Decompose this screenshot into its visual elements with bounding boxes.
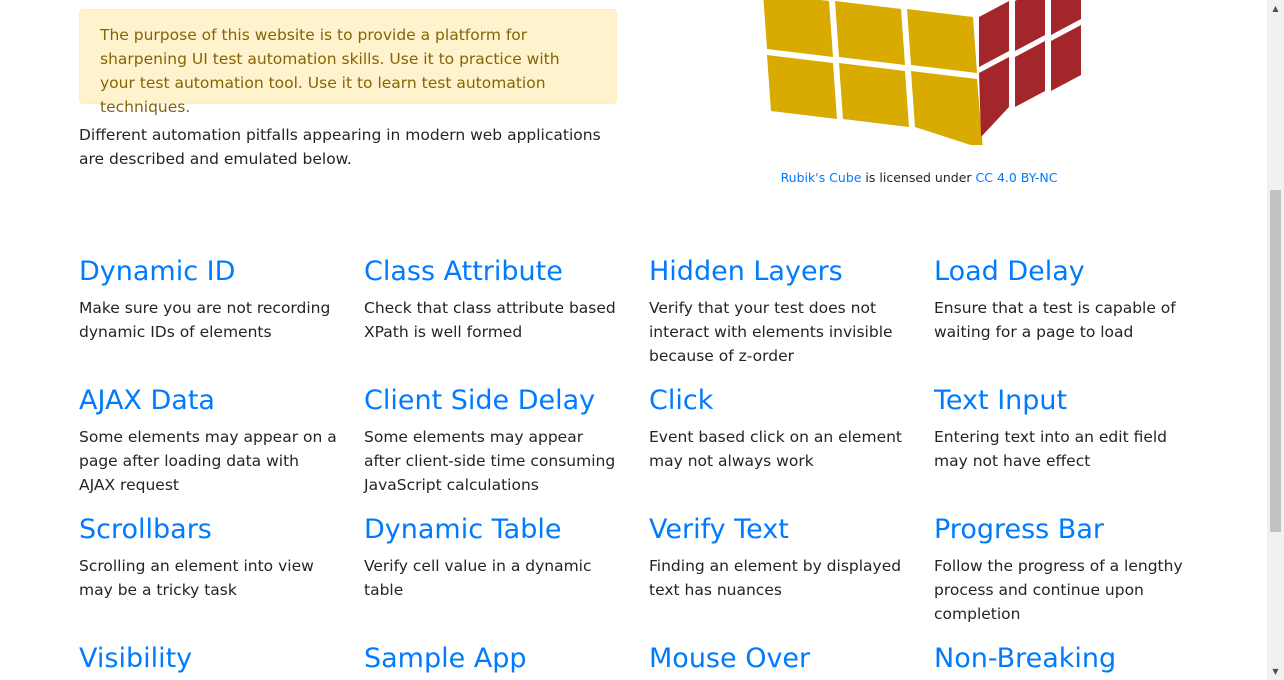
- scroll-down-arrow-icon[interactable]: ▼: [1267, 663, 1284, 680]
- card-client-side-delay: Client Side Delay Some elements may appe…: [364, 383, 624, 497]
- page: The purpose of this website is to provid…: [0, 0, 1267, 680]
- dynamic-id-link[interactable]: Dynamic ID: [79, 256, 235, 287]
- class-attribute-link[interactable]: Class Attribute: [364, 256, 563, 287]
- card-title: Verify Text: [649, 512, 909, 548]
- card-dynamic-table: Dynamic Table Verify cell value in a dyn…: [364, 512, 624, 602]
- card-title: Scrollbars: [79, 512, 339, 548]
- cube-yellow-sticker: [839, 63, 909, 127]
- rubiks-cube-image: [740, 0, 1100, 149]
- progress-bar-link[interactable]: Progress Bar: [934, 514, 1104, 545]
- cube-yellow-sticker: [911, 71, 983, 149]
- card-sample-app: Sample App: [364, 641, 624, 677]
- intro-text: Different automation pitfalls appearing …: [79, 126, 601, 168]
- card-ajax-data: AJAX Data Some elements may appear on a …: [79, 383, 339, 497]
- card-description: Verify cell value in a dynamic table: [364, 557, 592, 599]
- card-description: Verify that your test does not interact …: [649, 299, 893, 365]
- mouse-over-link[interactable]: Mouse Over: [649, 643, 810, 674]
- cube-red-sticker: [1015, 41, 1045, 107]
- credit-middle-text: is licensed under: [861, 170, 976, 185]
- card-description: Scrolling an element into view may be a …: [79, 557, 314, 599]
- license-link[interactable]: CC 4.0 BY-NC: [976, 170, 1058, 185]
- card-mouse-over: Mouse Over: [649, 641, 909, 677]
- scrollbar-thumb[interactable]: [1270, 190, 1281, 532]
- card-click: Click Event based click on an element ma…: [649, 383, 909, 473]
- card-description: Ensure that a test is capable of waiting…: [934, 299, 1176, 341]
- card-title: AJAX Data: [79, 383, 339, 419]
- card-progress-bar: Progress Bar Follow the progress of a le…: [934, 512, 1194, 626]
- text-input-link[interactable]: Text Input: [934, 385, 1067, 416]
- dynamic-table-link[interactable]: Dynamic Table: [364, 514, 561, 545]
- card-visibility: Visibility: [79, 641, 339, 677]
- card-title: Sample App: [364, 641, 624, 677]
- card-scrollbars: Scrollbars Scrolling an element into vie…: [79, 512, 339, 602]
- card-description: Finding an element by displayed text has…: [649, 557, 902, 599]
- card-load-delay: Load Delay Ensure that a test is capable…: [934, 254, 1194, 344]
- card-description: Event based click on an element may not …: [649, 428, 903, 470]
- card-description: Entering text into an edit field may not…: [934, 428, 1168, 470]
- rubiks-cube-link[interactable]: Rubik's Cube: [781, 170, 862, 185]
- card-description: Some elements may appear on a page after…: [79, 428, 337, 494]
- card-title: Mouse Over: [649, 641, 909, 677]
- intro-paragraph: Different automation pitfalls appearing …: [79, 123, 619, 171]
- client-side-delay-link[interactable]: Client Side Delay: [364, 385, 595, 416]
- scroll-up-arrow-icon[interactable]: ▲: [1267, 0, 1284, 17]
- card-title: Dynamic Table: [364, 512, 624, 548]
- card-non-breaking: Non-Breaking: [934, 641, 1194, 677]
- hidden-layers-link[interactable]: Hidden Layers: [649, 256, 843, 287]
- rubiks-cube-icon: [763, 0, 1081, 149]
- vertical-scrollbar[interactable]: ▲ ▼: [1267, 0, 1284, 680]
- sample-app-link[interactable]: Sample App: [364, 643, 527, 674]
- scrollbars-link[interactable]: Scrollbars: [79, 514, 212, 545]
- card-title: Click: [649, 383, 909, 419]
- click-link[interactable]: Click: [649, 385, 713, 416]
- card-verify-text: Verify Text Finding an element by displa…: [649, 512, 909, 602]
- cube-red-sticker: [979, 57, 1009, 137]
- non-breaking-link[interactable]: Non-Breaking: [934, 643, 1116, 674]
- cube-yellow-sticker: [767, 55, 837, 119]
- card-description: Check that class attribute based XPath i…: [364, 299, 616, 341]
- verify-text-link[interactable]: Verify Text: [649, 514, 789, 545]
- visibility-link[interactable]: Visibility: [79, 643, 192, 674]
- cube-red-sticker: [979, 1, 1009, 67]
- card-description: Some elements may appear after client-si…: [364, 428, 616, 494]
- card-title: Progress Bar: [934, 512, 1194, 548]
- ajax-data-link[interactable]: AJAX Data: [79, 385, 215, 416]
- card-title: Hidden Layers: [649, 254, 909, 290]
- card-title: Non-Breaking: [934, 641, 1194, 677]
- card-title: Load Delay: [934, 254, 1194, 290]
- load-delay-link[interactable]: Load Delay: [934, 256, 1085, 287]
- cube-red-sticker: [1051, 25, 1081, 91]
- cube-red-sticker: [1015, 0, 1045, 51]
- alert-text: The purpose of this website is to provid…: [100, 26, 560, 116]
- cube-yellow-sticker: [907, 9, 977, 73]
- card-title: Visibility: [79, 641, 339, 677]
- card-dynamic-id: Dynamic ID Make sure you are not recordi…: [79, 254, 339, 344]
- image-credit: Rubik's Cube is licensed under CC 4.0 BY…: [650, 170, 1188, 186]
- card-class-attribute: Class Attribute Check that class attribu…: [364, 254, 624, 344]
- card-title: Class Attribute: [364, 254, 624, 290]
- info-alert: The purpose of this website is to provid…: [79, 9, 617, 116]
- card-title: Text Input: [934, 383, 1194, 419]
- card-hidden-layers: Hidden Layers Verify that your test does…: [649, 254, 909, 368]
- card-description: Follow the progress of a lengthy process…: [934, 557, 1183, 623]
- card-description: Make sure you are not recording dynamic …: [79, 299, 331, 341]
- card-text-input: Text Input Entering text into an edit fi…: [934, 383, 1194, 473]
- cube-yellow-sticker: [763, 0, 833, 57]
- cube-yellow-sticker: [835, 1, 905, 65]
- card-title: Dynamic ID: [79, 254, 339, 290]
- card-title: Client Side Delay: [364, 383, 624, 419]
